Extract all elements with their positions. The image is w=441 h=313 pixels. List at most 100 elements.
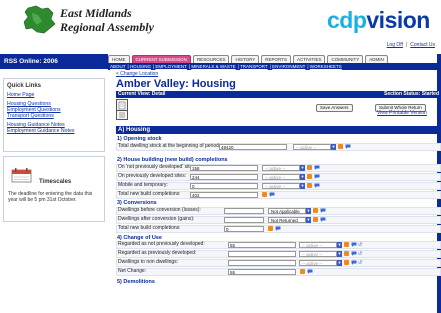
org-name-line1: East Midlands: [60, 6, 132, 20]
note-icon[interactable]: [313, 217, 318, 222]
history-icon[interactable]: ↺: [358, 242, 362, 248]
status-select[interactable]: -- active --: [262, 165, 300, 171]
timescales-panel: Timescales The deadline for entering the…: [3, 156, 105, 222]
question-label: Net Change:: [118, 268, 147, 274]
comment-icon[interactable]: [314, 174, 320, 179]
history-icon[interactable]: ↺: [358, 260, 362, 266]
region-map-logo: [23, 5, 56, 34]
status-select[interactable]: -- active --: [299, 242, 337, 248]
answer-input[interactable]: 55: [228, 269, 296, 275]
brand-part2: vision: [366, 7, 430, 33]
timescales-title: Timescales: [39, 179, 72, 185]
comment-icon[interactable]: [320, 208, 326, 213]
question-label: Mobile and temporary:: [118, 182, 168, 188]
comment-icon[interactable]: [314, 165, 320, 170]
org-name-line2: Regional Assembly: [60, 20, 154, 34]
list-icon[interactable]: [116, 110, 128, 120]
save-answers-button[interactable]: Save Answers: [316, 104, 353, 112]
contact-link[interactable]: Contact Us: [410, 42, 435, 48]
history-icon[interactable]: ↺: [358, 251, 362, 257]
status-select[interactable]: -- active --: [262, 174, 300, 180]
question-label: Dwellings after conversion (gains):: [118, 216, 195, 222]
quick-link-employment-guidance[interactable]: Employment Guidance Notes: [7, 128, 104, 134]
subnav-housing[interactable]: HOUSING: [130, 64, 151, 69]
answer-input[interactable]: 55: [228, 242, 296, 248]
comment-icon[interactable]: [269, 192, 275, 197]
question-label: Regarded as not previously developed:: [118, 241, 205, 247]
note-icon[interactable]: [313, 208, 318, 213]
answer-input[interactable]: 0: [190, 183, 258, 189]
group-heading: 1) Opening stock: [117, 136, 162, 142]
chevron-down-icon[interactable]: ▼: [337, 242, 342, 248]
logoff-link[interactable]: Log Off: [387, 42, 403, 48]
subnav-transport[interactable]: TRANSPORT: [240, 64, 268, 69]
note-icon[interactable]: [300, 269, 305, 274]
answer-input[interactable]: [228, 251, 296, 257]
comment-icon[interactable]: [320, 217, 326, 222]
group-heading: 5) Demolitions: [117, 279, 155, 285]
note-icon[interactable]: [344, 242, 349, 247]
comment-icon[interactable]: [314, 183, 320, 188]
comment-icon[interactable]: [351, 242, 357, 247]
quick-link-home[interactable]: Home Page: [7, 92, 104, 98]
page-title: Amber Valley: Housing: [116, 78, 236, 90]
answer-input[interactable]: [228, 260, 296, 266]
quick-links-panel: Quick Links Home Page Housing Questions …: [3, 78, 105, 152]
question-label: Dwellings before conversion (losses):: [118, 207, 201, 213]
comment-icon[interactable]: [307, 269, 313, 274]
printable-version-link[interactable]: View Printable Version: [377, 110, 427, 116]
group-heading: 2) House building (new build) completion…: [117, 157, 228, 163]
answer-input[interactable]: 158: [190, 165, 258, 171]
status-select[interactable]: -- active --: [299, 251, 337, 257]
note-icon[interactable]: [307, 183, 312, 188]
status-select[interactable]: -- active --: [299, 260, 337, 266]
quick-link-transport-questions[interactable]: Transport Questions: [7, 113, 104, 119]
brand-part1: cdp: [327, 7, 367, 33]
comment-icon[interactable]: [275, 226, 281, 231]
chevron-down-icon[interactable]: ▼: [331, 144, 336, 150]
top-links: Log Off | Contact Us: [384, 42, 435, 48]
chevron-down-icon[interactable]: ▼: [306, 217, 311, 223]
subnav-minerals[interactable]: MINERALS & WASTE: [191, 64, 235, 69]
subnav-employment[interactable]: EMPLOYMENT: [155, 64, 187, 69]
note-icon[interactable]: [307, 165, 312, 170]
subnav-environment[interactable]: ENVIRONMENT: [272, 64, 305, 69]
chevron-down-icon[interactable]: ▼: [300, 183, 305, 189]
section-title: A) Housing: [118, 127, 150, 133]
quick-links-title: Quick Links: [7, 83, 42, 89]
sub-navigation: ABOUT | HOUSING | EMPLOYMENT | MINERALS & W…: [108, 63, 441, 70]
status-select[interactable]: Not Returned: [268, 217, 306, 223]
note-icon[interactable]: [344, 260, 349, 265]
comment-icon[interactable]: [345, 144, 351, 149]
note-icon[interactable]: [338, 144, 343, 149]
group-heading: 3) Conversions: [117, 200, 157, 206]
chevron-down-icon[interactable]: ▼: [337, 260, 342, 266]
change-location-link[interactable]: < Change Location: [116, 71, 158, 77]
answer-input[interactable]: 49420: [219, 144, 287, 150]
question-label: Total dwelling stock at the beginning of…: [118, 143, 221, 149]
status-select[interactable]: Not Applicable: [268, 208, 306, 214]
chevron-down-icon[interactable]: ▼: [306, 208, 311, 214]
subnav-worksheets[interactable]: WORKSHEETS: [310, 64, 342, 69]
question-label: On 'not previously developed' sites:: [118, 164, 197, 170]
org-name: East Midlands Regional Assembly: [60, 6, 154, 34]
chevron-down-icon[interactable]: ▼: [337, 251, 342, 257]
status-select[interactable]: -- active --: [293, 144, 331, 150]
subnav-about[interactable]: ABOUT: [110, 64, 126, 69]
chevron-down-icon[interactable]: ▼: [300, 165, 305, 171]
comment-icon[interactable]: [351, 260, 357, 265]
note-icon[interactable]: [344, 251, 349, 256]
answer-input[interactable]: 0: [224, 226, 264, 232]
answer-input[interactable]: 244: [190, 174, 258, 180]
answer-input[interactable]: [224, 217, 264, 223]
answer-input[interactable]: 402: [190, 192, 258, 198]
note-icon[interactable]: [307, 174, 312, 179]
current-view-label: Current View: Detail: [118, 91, 166, 97]
note-icon[interactable]: [262, 192, 267, 197]
comment-icon[interactable]: [351, 251, 357, 256]
chevron-down-icon[interactable]: ▼: [300, 174, 305, 180]
section-header: A) Housing: [116, 126, 441, 134]
status-select[interactable]: -- active --: [262, 183, 300, 189]
answer-input[interactable]: [224, 208, 264, 214]
note-icon[interactable]: [268, 226, 273, 231]
